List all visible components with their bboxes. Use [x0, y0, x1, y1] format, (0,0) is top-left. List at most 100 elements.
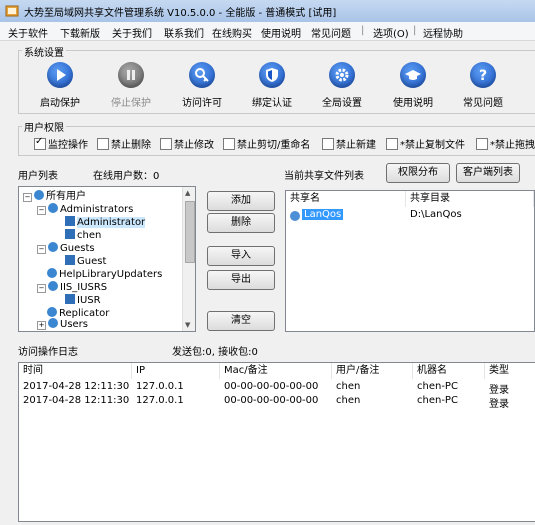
shares-table: 共享名 共享目录 LanQos D:\LanQos	[285, 190, 535, 332]
delete-button[interactable]: 删除	[207, 213, 275, 233]
access-permission-label: 访问许可	[182, 98, 222, 109]
checkbox[interactable]	[97, 138, 109, 150]
collapse-icon[interactable]: −	[37, 206, 46, 215]
access-permission-button[interactable]: 访问许可	[172, 62, 232, 109]
check-no-delete[interactable]: 禁止删除	[97, 136, 151, 151]
check-no-drag[interactable]: *禁止拖拽文	[476, 136, 535, 151]
check-label: *禁止复制文件	[400, 140, 465, 151]
group-icon	[48, 242, 58, 252]
user-tree[interactable]: − 所有用户 − Administrators Administrator chen…	[18, 186, 196, 332]
bind-auth-button[interactable]: 绑定认证	[242, 62, 302, 109]
menu-options[interactable]: 选项(O)	[373, 25, 409, 40]
column-header[interactable]: 时间	[19, 363, 132, 379]
column-header[interactable]: 机器名	[413, 363, 485, 379]
check-monitor[interactable]: 监控操作	[34, 136, 88, 151]
scroll-down-icon[interactable]: ▼	[185, 321, 190, 329]
check-no-modify[interactable]: 禁止修改	[160, 136, 214, 151]
menu-faq[interactable]: 常见问题	[311, 25, 351, 40]
column-header[interactable]: Mac/备注	[220, 363, 332, 379]
tree-item-label: Guests	[60, 243, 95, 254]
log-type: 登录	[489, 385, 509, 396]
system-settings-label: 系统设置	[22, 44, 66, 59]
menu-remote-help[interactable]: 远程协助	[423, 25, 463, 40]
scroll-thumb[interactable]	[185, 201, 195, 263]
import-button[interactable]: 导入	[207, 246, 275, 266]
check-label: 监控操作	[48, 140, 88, 151]
tree-item[interactable]: HelpLibraryUpdaters	[47, 268, 162, 281]
collapse-icon[interactable]: −	[23, 193, 32, 202]
play-icon	[47, 62, 73, 88]
menu-about-us[interactable]: 关于我们	[112, 25, 152, 40]
column-header[interactable]: 类型	[485, 363, 535, 379]
checkbox[interactable]	[223, 138, 235, 150]
manual-button[interactable]: 使用说明	[383, 62, 443, 109]
menu-about-software[interactable]: 关于软件	[8, 25, 48, 40]
menu-contact[interactable]: 联系我们	[164, 25, 204, 40]
user-icon	[65, 255, 75, 265]
global-settings-button[interactable]: 全局设置	[312, 62, 372, 109]
tree-scrollbar[interactable]: ▲ ▼	[182, 187, 195, 331]
expand-icon[interactable]: +	[37, 321, 46, 330]
clear-button[interactable]: 清空	[207, 311, 275, 331]
faq-button[interactable]: ? 常见问题	[453, 62, 513, 109]
menu-buy[interactable]: 在线购买	[212, 25, 252, 40]
app-icon	[5, 5, 19, 17]
share-icon	[290, 211, 300, 221]
group-icon	[47, 268, 57, 278]
user-list-label: 用户列表	[18, 171, 58, 182]
check-label: *禁止拖拽文	[490, 140, 535, 151]
permission-distribution-button[interactable]: 权限分布	[386, 163, 450, 183]
checkbox[interactable]	[160, 138, 172, 150]
key-icon	[189, 62, 215, 88]
collapse-icon[interactable]: −	[37, 245, 46, 254]
table-row[interactable]: 2017-04-28 12:11:30 127.0.0.1 00-00-00-0…	[19, 395, 535, 410]
log-label: 访问操作日志	[18, 347, 78, 358]
tree-item-label: Administrator	[77, 217, 146, 228]
log-machine: chen-PC	[417, 381, 458, 392]
tree-item[interactable]: − Administrators	[37, 203, 133, 216]
column-header[interactable]: 共享目录	[406, 191, 534, 207]
column-header[interactable]: 共享名	[286, 191, 406, 207]
tree-item[interactable]: chen	[65, 229, 101, 242]
table-row[interactable]: 2017-04-28 12:11:30 127.0.0.1 00-00-00-0…	[19, 381, 535, 396]
check-no-cut-rename[interactable]: 禁止剪切/重命名	[223, 136, 310, 151]
menu-bar: 关于软件 下载新版 关于我们 联系我们 在线购买 使用说明 常见问题 | 选项(…	[0, 22, 535, 41]
column-header[interactable]: 用户/备注	[332, 363, 413, 379]
client-list-button[interactable]: 客户端列表	[456, 163, 520, 183]
menu-manual[interactable]: 使用说明	[261, 25, 301, 40]
tree-item[interactable]: − 所有用户	[23, 190, 86, 203]
log-ip: 127.0.0.1	[136, 395, 184, 406]
tree-item[interactable]: − Guests	[37, 242, 95, 255]
tree-item[interactable]: + Users	[37, 318, 88, 331]
scroll-up-icon[interactable]: ▲	[185, 189, 190, 197]
table-row[interactable]: LanQos D:\LanQos	[288, 209, 532, 223]
start-protection-button[interactable]: 启动保护	[30, 62, 90, 109]
online-users-count: 在线用户数：0	[93, 171, 160, 182]
add-button[interactable]: 添加	[207, 191, 275, 211]
column-header[interactable]: IP	[132, 363, 220, 379]
stop-protection-label: 停止保护	[111, 98, 151, 109]
manual-label: 使用说明	[393, 98, 433, 109]
menu-separator: |	[413, 25, 417, 36]
checkbox[interactable]	[322, 138, 334, 150]
stop-protection-button[interactable]: 停止保护	[101, 62, 161, 109]
tree-item[interactable]: IUSR	[65, 294, 101, 307]
group-icon	[47, 307, 57, 317]
export-button[interactable]: 导出	[207, 270, 275, 290]
log-user: chen	[336, 395, 361, 406]
tree-item[interactable]: − IIS_IUSRS	[37, 281, 107, 294]
checkbox[interactable]	[476, 138, 488, 150]
check-label: 禁止修改	[174, 140, 214, 151]
collapse-icon[interactable]: −	[37, 284, 46, 293]
log-table: 时间 IP Mac/备注 用户/备注 机器名 类型 2017-04-28 12:…	[18, 362, 535, 522]
group-icon	[34, 190, 44, 200]
checkbox[interactable]	[34, 136, 46, 150]
log-type: 登录	[489, 399, 509, 410]
checkbox[interactable]	[386, 138, 398, 150]
menu-download[interactable]: 下载新版	[60, 25, 100, 40]
tree-item[interactable]: Administrator	[65, 216, 146, 229]
check-no-create[interactable]: 禁止新建	[322, 136, 376, 151]
tree-item-label: Guest	[77, 256, 107, 267]
check-no-copy[interactable]: *禁止复制文件	[386, 136, 465, 151]
tree-item[interactable]: Guest	[65, 255, 106, 268]
